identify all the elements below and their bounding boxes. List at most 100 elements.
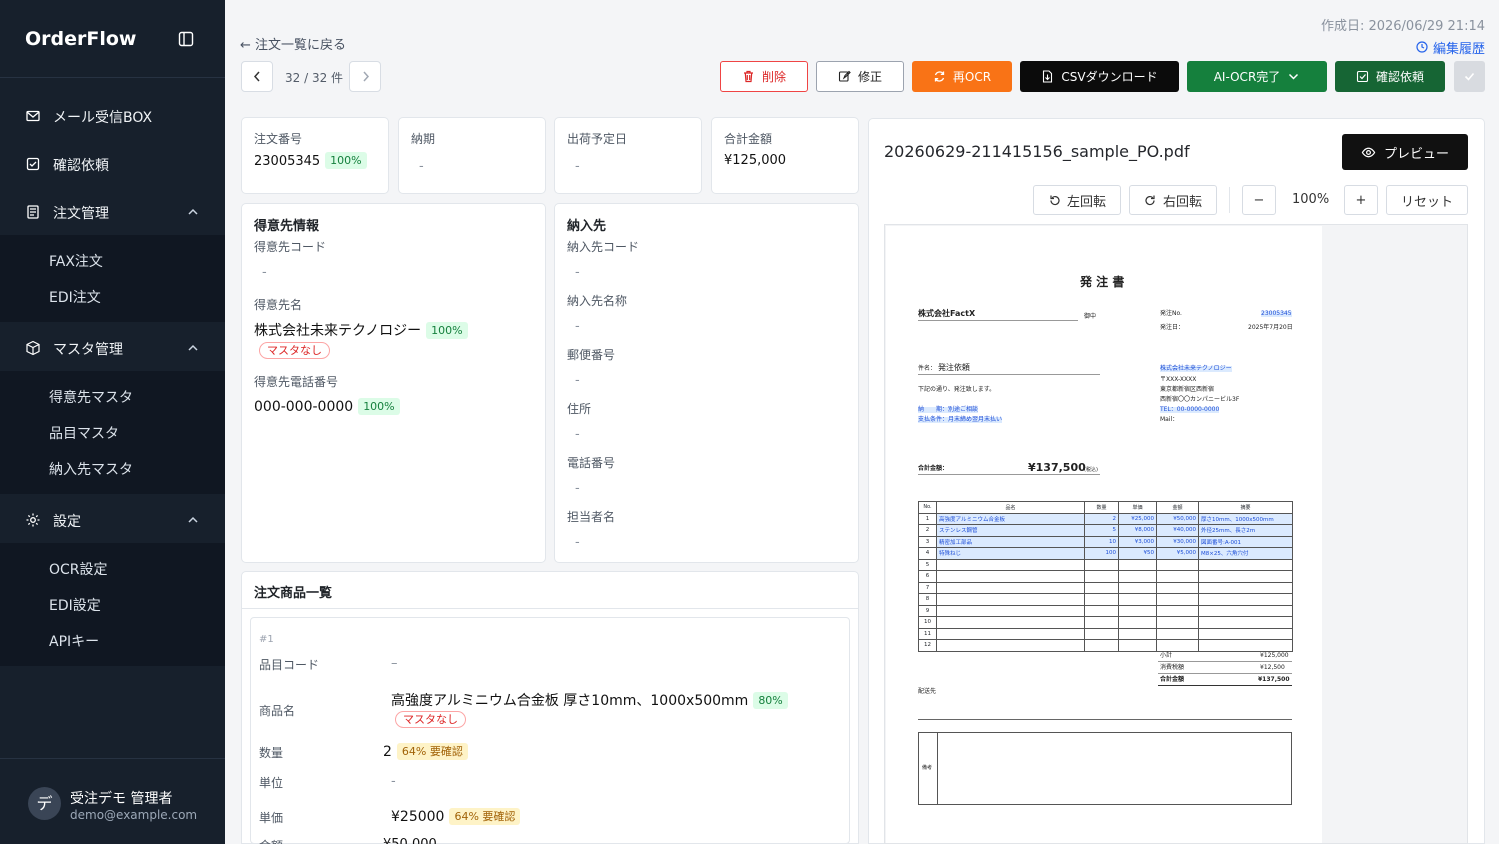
zoom-out-button[interactable]: −	[1242, 185, 1276, 215]
amount-value[interactable]: ¥50,000	[383, 837, 437, 844]
amount-label: 金額	[259, 837, 283, 844]
zoom-in-button[interactable]: +	[1344, 185, 1378, 215]
toolbar-divider	[1229, 187, 1230, 213]
supplier-address2: 西新宿〇〇カンパニービル3F	[1160, 396, 1240, 403]
table-cell: ¥40,000	[1156, 524, 1199, 537]
user-name: 受注デモ 管理者	[70, 791, 173, 807]
order-number-label: 注文番号	[254, 132, 303, 146]
table-cell	[1198, 639, 1293, 652]
reset-zoom-button[interactable]: リセット	[1386, 185, 1468, 215]
customer-code-value[interactable]: -	[262, 265, 267, 280]
previous-order-button[interactable]	[241, 61, 273, 92]
sidebar-item-settings[interactable]: 設定	[0, 497, 225, 543]
doc-total-amount: ¥137,500	[1028, 461, 1086, 474]
edit-button[interactable]: 修正	[816, 61, 904, 92]
customer-phone-value[interactable]: 000-000-0000 100%	[254, 398, 400, 415]
table-cell: ¥30,000	[1156, 535, 1199, 548]
sidebar-subitem-fax[interactable]: FAX注文	[49, 251, 103, 271]
product-code-value[interactable]: –	[391, 656, 398, 671]
rotate-right-button[interactable]: 右回転	[1129, 185, 1217, 215]
doc-total-label: 合計金額：	[918, 465, 949, 472]
contact-name-value[interactable]: -	[575, 535, 580, 550]
pdf-page-viewport[interactable]: 発 注 書 株式会社FactX 御中 発注No. 23005345 発注日： 2…	[884, 224, 1468, 844]
rotate-right-icon	[1145, 195, 1155, 205]
sidebar-item-confirmation[interactable]: 確認依頼	[0, 141, 225, 187]
delivery-phone-value[interactable]: -	[575, 481, 580, 496]
table-header-cell: 品名	[936, 501, 1085, 514]
table-cell	[1118, 616, 1157, 629]
table-cell	[1118, 604, 1157, 617]
sidebar-subitem-product-master[interactable]: 品目マスタ	[49, 423, 119, 443]
delivery-code-value[interactable]: -	[575, 265, 580, 280]
sidebar-subitem-edi[interactable]: EDI注文	[49, 287, 101, 307]
postal-code-value[interactable]: -	[575, 373, 580, 388]
chevron-up-icon	[188, 344, 198, 351]
address-value[interactable]: -	[575, 427, 580, 442]
trash-icon	[743, 70, 753, 83]
table-cell	[1156, 581, 1199, 594]
shipping-date-value[interactable]: -	[575, 159, 580, 174]
unit-value[interactable]: -	[391, 774, 396, 789]
table-cell	[1156, 604, 1199, 617]
quantity-label: 数量	[259, 746, 284, 760]
refresh-icon	[934, 71, 945, 82]
sidebar: OrderFlow メール受信BOX 確認依頼 注文管理 FAX注文 EDI注文…	[0, 0, 225, 844]
table-cell: 10	[918, 616, 937, 629]
delivery-date-value[interactable]: -	[419, 159, 424, 174]
table-row: 3 精密加工部品 10 ¥3,000 ¥30,000 図面番号:A-001	[918, 535, 1293, 548]
table-cell	[1198, 581, 1293, 594]
order-number-value[interactable]: 23005345 100%	[254, 152, 367, 169]
total-amount-value[interactable]: ¥125,000	[724, 153, 786, 168]
rotate-left-icon	[1050, 195, 1060, 205]
table-cell: M8×25、六角穴付	[1198, 547, 1293, 560]
sidebar-subitem-edi-settings[interactable]: EDI設定	[49, 595, 101, 615]
quantity-value[interactable]: 2 64% 要確認	[383, 743, 468, 760]
table-header-row: No. 品名 数量 単価 金額 摘要	[918, 501, 1293, 514]
complete-check-button[interactable]	[1454, 61, 1485, 92]
edit-history-label: 編集履歴	[1432, 42, 1485, 57]
user-profile[interactable]: デ 受注デモ 管理者 demo@example.com	[0, 758, 237, 844]
sidebar-item-mailbox[interactable]: メール受信BOX	[0, 93, 225, 139]
download-file-icon	[1043, 70, 1053, 83]
table-cell: 1	[918, 512, 937, 525]
delivery-date-card: 納期 -	[398, 117, 546, 194]
product-name-label: 商品名	[259, 704, 296, 718]
reocr-button[interactable]: 再OCR	[912, 61, 1012, 92]
supplier-mail: Mail：	[1160, 416, 1179, 423]
customer-name-value[interactable]: 株式会社未来テクノロジー 100%	[254, 320, 468, 340]
table-cell	[1156, 593, 1199, 606]
delete-button[interactable]: 削除	[720, 61, 808, 92]
sidebar-subitem-delivery-master[interactable]: 納入先マスタ	[49, 459, 133, 479]
recipient-company: 株式会社FactX	[918, 310, 1078, 321]
contact-name-label: 担当者名	[567, 510, 616, 524]
customer-info-card: 得意先情報 得意先コード - 得意先名 株式会社未来テクノロジー 100% マスタ…	[241, 203, 546, 563]
product-name-value[interactable]: 高強度アルミニウム合金板 厚さ10mm、1000x500mm 80%	[391, 690, 788, 710]
clock-icon	[1416, 41, 1428, 53]
table-cell	[936, 616, 1085, 629]
chevron-down-icon	[1289, 73, 1299, 80]
unit-price-value[interactable]: ¥25000 64% 要確認	[391, 808, 521, 825]
preview-button[interactable]: プレビュー	[1342, 134, 1468, 170]
subject-line: 件名： 発注依頼	[918, 364, 1100, 375]
sidebar-subitem-ocr-settings[interactable]: OCR設定	[49, 559, 108, 579]
box-icon	[26, 340, 40, 356]
table-cell: 10	[1084, 535, 1119, 548]
rotate-left-button[interactable]: 左回転	[1033, 185, 1121, 215]
sidebar-item-master-management[interactable]: マスタ管理	[0, 325, 225, 371]
table-cell: 12	[918, 639, 937, 652]
supplier-tel: TEL：00-0000-0000	[1160, 406, 1220, 413]
total-amount-card: 合計金額 ¥125,000	[711, 117, 859, 194]
delivery-name-value[interactable]: -	[575, 319, 580, 334]
ai-ocr-complete-dropdown[interactable]: AI-OCR完了	[1187, 61, 1327, 92]
back-link[interactable]: ← 注文一覧に戻る	[240, 34, 346, 53]
csv-download-button[interactable]: CSVダウンロード	[1020, 61, 1179, 92]
sidebar-item-order-management[interactable]: 注文管理	[0, 189, 225, 235]
next-order-button[interactable]	[349, 61, 381, 92]
sidebar-subitem-api-keys[interactable]: APIキー	[49, 631, 99, 651]
delivery-terms: 納 期：別途ご相談	[918, 406, 979, 413]
request-confirmation-button[interactable]: 確認依頼	[1335, 61, 1445, 92]
sidebar-subitem-customer-master[interactable]: 得意先マスタ	[49, 387, 133, 407]
edit-history-link[interactable]: 編集履歴	[1416, 38, 1485, 57]
sidebar-toggle-icon[interactable]	[178, 31, 194, 47]
table-row: 7	[918, 581, 1293, 594]
